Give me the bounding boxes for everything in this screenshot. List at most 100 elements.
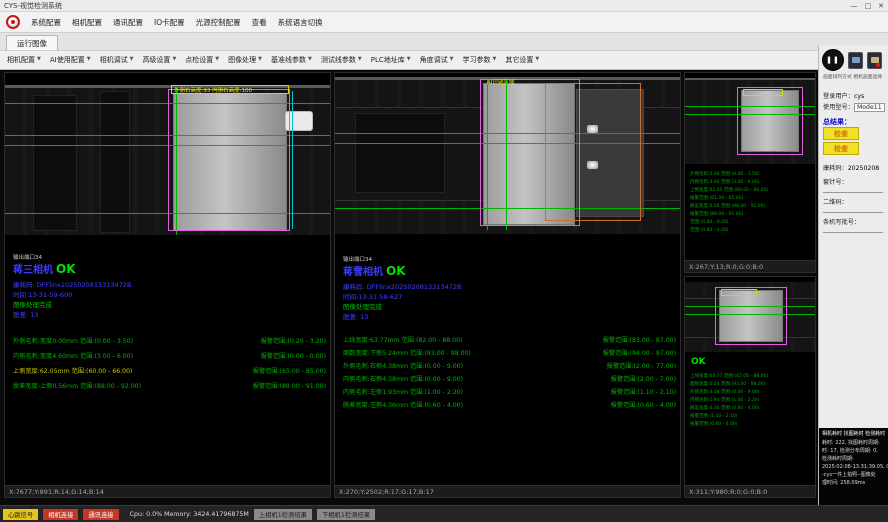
preview-line: 外侧毛刺:0.00 范围:(0.00 - 3.50) (690, 171, 813, 179)
preview-line: 范围:(0.00 - 9.00) (690, 219, 813, 227)
result-ok: OK (691, 357, 706, 367)
toolbar-angle-debug[interactable]: 角度调试▼ (420, 55, 454, 65)
camera-capture-button[interactable] (867, 52, 882, 69)
comm-connect-badge: 通讯连接 (83, 509, 118, 520)
preview-line: 内侧毛刺:4.60 范围:(3.00 - 6.00) (690, 179, 813, 187)
close-button[interactable]: ✕ (878, 1, 884, 11)
toolbar-label: 图像处理 (228, 55, 256, 65)
measurement-rows: 上线宽度:63.77mm 范围:(82.00 - 88.00)报警范围:(83.… (343, 333, 676, 411)
needle-input[interactable] (823, 185, 883, 193)
alarm-range: 报警范围:(2.00 - 7.00) (611, 374, 676, 383)
pixel-coordinate-readout: X:7677;Y:891;R:14;G:14;B:14 (5, 485, 330, 497)
result-status-box-2[interactable]: 检查 (823, 142, 859, 155)
chevron-down-icon: ▼ (172, 56, 176, 62)
pixel-coordinate-readout: X:270;Y:2502;R:17;G:17;B:17 (335, 485, 680, 497)
toolbar-label: 其它设置 (505, 55, 533, 65)
tabstrip: 运行图像 (0, 32, 888, 50)
pause-button[interactable]: ❚❚ (822, 49, 844, 71)
toolbar-advanced-settings[interactable]: 高级设置▼ (142, 55, 176, 65)
measure-value: 脱差宽度-上侧0.56mm 范围:(88.00 - 92.00) (13, 381, 181, 390)
toolbar-testline-params[interactable]: 测试线参数▼ (321, 55, 362, 65)
barcode-value: 20250208 (848, 165, 880, 172)
measure-value: 面数宽度:下侧5.24mm 范围:(93.00 - 98.00) (343, 348, 533, 357)
camera-name: 蒋三相机 (13, 265, 53, 276)
menu-item-comm-config[interactable]: 通讯配置 (113, 17, 143, 28)
bottom-camera-result-badge: 下相机1检测结果 (317, 509, 375, 520)
measure-value: 内侧毛刺:左侧1.93mm 范围:(1.00 - 2.20) (343, 387, 533, 396)
tab-run-image[interactable]: 运行图像 (6, 35, 58, 51)
preview-line: 内侧毛刺:1.93 范围:(1.00 - 2.20) (690, 397, 813, 405)
menu-item-system-config[interactable]: 系统配置 (31, 17, 61, 28)
chevron-down-icon: ▼ (215, 56, 219, 62)
app-logo-icon (6, 15, 20, 29)
preview-camera-image[interactable] (685, 282, 815, 352)
alarm-range: 报警范围:(0.60 - 4.00) (611, 400, 676, 409)
toolbar-learning-params[interactable]: 学习参数▼ (462, 55, 496, 65)
toolbar-image-process[interactable]: 图像处理▼ (228, 55, 262, 65)
model-select[interactable]: Mode11 (854, 103, 885, 112)
preview-camera-image[interactable] (685, 78, 815, 164)
stats-line: 耗时: 222, 找图耗时周期: (822, 439, 886, 447)
label-box (721, 289, 757, 296)
pixel-coordinate-readout: X:311;Y:980;R:0;G:0;B:0 (685, 485, 815, 497)
preview-result-lines: 上线宽度:63.77 范围:(82.00 - 88.00) 面数宽度:5.24 … (690, 373, 813, 429)
toolbar-camera-debug[interactable]: 相机调试▼ (100, 55, 134, 65)
barcode-text: 康耗码: DFFlinx2025020813313472B (13, 279, 131, 289)
preview-line: 上线宽度:63.77 范围:(82.00 - 88.00) (690, 373, 813, 381)
toolbar-plc-address[interactable]: PLC地址库▼ (371, 55, 411, 65)
chevron-down-icon: ▼ (492, 56, 496, 62)
ai-region-label: AI识别区域 (487, 78, 514, 86)
stats-line: 理时间: 258.09ms (822, 479, 886, 487)
machine-structure (100, 91, 130, 233)
toolbar-label: 测试线参数 (321, 55, 356, 65)
offset-text: 脱差: 13 (13, 309, 39, 319)
login-user-row: 登录用户：cys (823, 91, 864, 100)
label-box (743, 89, 783, 96)
alarm-range: 报警范围:(65.00 - 85.00) (253, 366, 326, 375)
left-camera-image[interactable]: 外侧右高度:93 内侧右高度:100 (5, 85, 330, 235)
monitor-icon (852, 57, 860, 63)
menu-item-language[interactable]: 系统语言切换 (278, 17, 323, 28)
toolbar-camera-config[interactable]: 相机配置▼ (7, 55, 41, 65)
menu-item-light-config[interactable]: 光源控制配置 (196, 17, 241, 28)
toolbar-ai-config[interactable]: AI使用配置▼ (50, 55, 91, 65)
toolbar-spot-check[interactable]: 点检设置▼ (185, 55, 219, 65)
menu-item-io-config[interactable]: IO卡配置 (154, 17, 185, 28)
qr-input[interactable] (823, 205, 883, 213)
time-text: 时间:13-31-59-600 (13, 289, 72, 299)
batch-input[interactable] (823, 225, 883, 233)
preview-line: 脱差宽度:4.36 范围:(0.60 - 4.00) (690, 405, 813, 413)
measure-row: 外侧毛刺:右侧4.38mm 范围:(0.00 - 9.00)报警范围:(2.00… (343, 359, 676, 372)
window-title: CYS-视觉检测系统 (4, 1, 62, 11)
camera-live-button[interactable] (848, 52, 863, 69)
preview-result-lines: 外侧毛刺:0.00 范围:(0.00 - 3.50) 内侧毛刺:4.60 范围:… (690, 171, 813, 235)
measurement-rows: 外侧毛刺:宽度0.00mm 范围:(0.00 - 3.50)报警范围:(0.20… (13, 333, 326, 393)
minimize-button[interactable]: — (851, 1, 858, 11)
preview-panel-bottom: OK 上线宽度:63.77 范围:(82.00 - 88.00) 面数宽度:5.… (684, 276, 816, 498)
machine-rail (685, 78, 815, 80)
chevron-down-icon: ▼ (308, 56, 312, 62)
center-camera-image[interactable]: AI识别区域 (335, 77, 680, 234)
toolbar-label: 角度调试 (420, 55, 448, 65)
total-result-label: 总结果： (823, 117, 851, 127)
chevron-down-icon: ▼ (37, 56, 41, 62)
maximize-button[interactable]: □ (865, 1, 872, 11)
layout-note: 画面排列方式 相机画面选择 (823, 75, 885, 81)
menu-item-view[interactable]: 查看 (252, 17, 267, 28)
preview-line: 报警范围:(0.60 - 4.00) (690, 421, 813, 429)
center-camera-panel: AI识别区域 输出端口34 蒋雪相机OK 康耗码: DFFlinx2025020… (334, 72, 681, 498)
menu-item-camera-config[interactable]: 相机配置 (72, 17, 102, 28)
toolbar-baseline-params[interactable]: 基准线参数▼ (271, 55, 312, 65)
result-status-box-1[interactable]: 检查 (823, 127, 859, 140)
toolbar-label: PLC地址库 (371, 55, 405, 65)
output-port-note: 输出端口34 (343, 255, 372, 263)
timing-stats-panel: 相机耗时 找图耗时 检测耗时 耗时: 222, 找图耗时周期: 时: 17, 检… (819, 428, 888, 505)
barcode-row: 康耗码：20250208 (823, 163, 879, 172)
measure-value: 外侧毛刺:右侧4.38mm 范围:(0.00 - 9.00) (343, 361, 533, 370)
camera-name: 蒋雪相机 (343, 267, 383, 278)
statusbar: 心跳信号 相机连接 通讯连接 Cpu: 0.0% Memory: 3424.41… (0, 505, 888, 522)
preview-line: 面数宽度:5.24 范围:(93.00 - 98.00) (690, 381, 813, 389)
measure-value: 外侧毛刺:宽度0.00mm 范围:(0.00 - 3.50) (13, 336, 181, 345)
stats-line: 检测耗时周期: (822, 455, 886, 463)
toolbar-other-settings[interactable]: 其它设置▼ (505, 55, 539, 65)
